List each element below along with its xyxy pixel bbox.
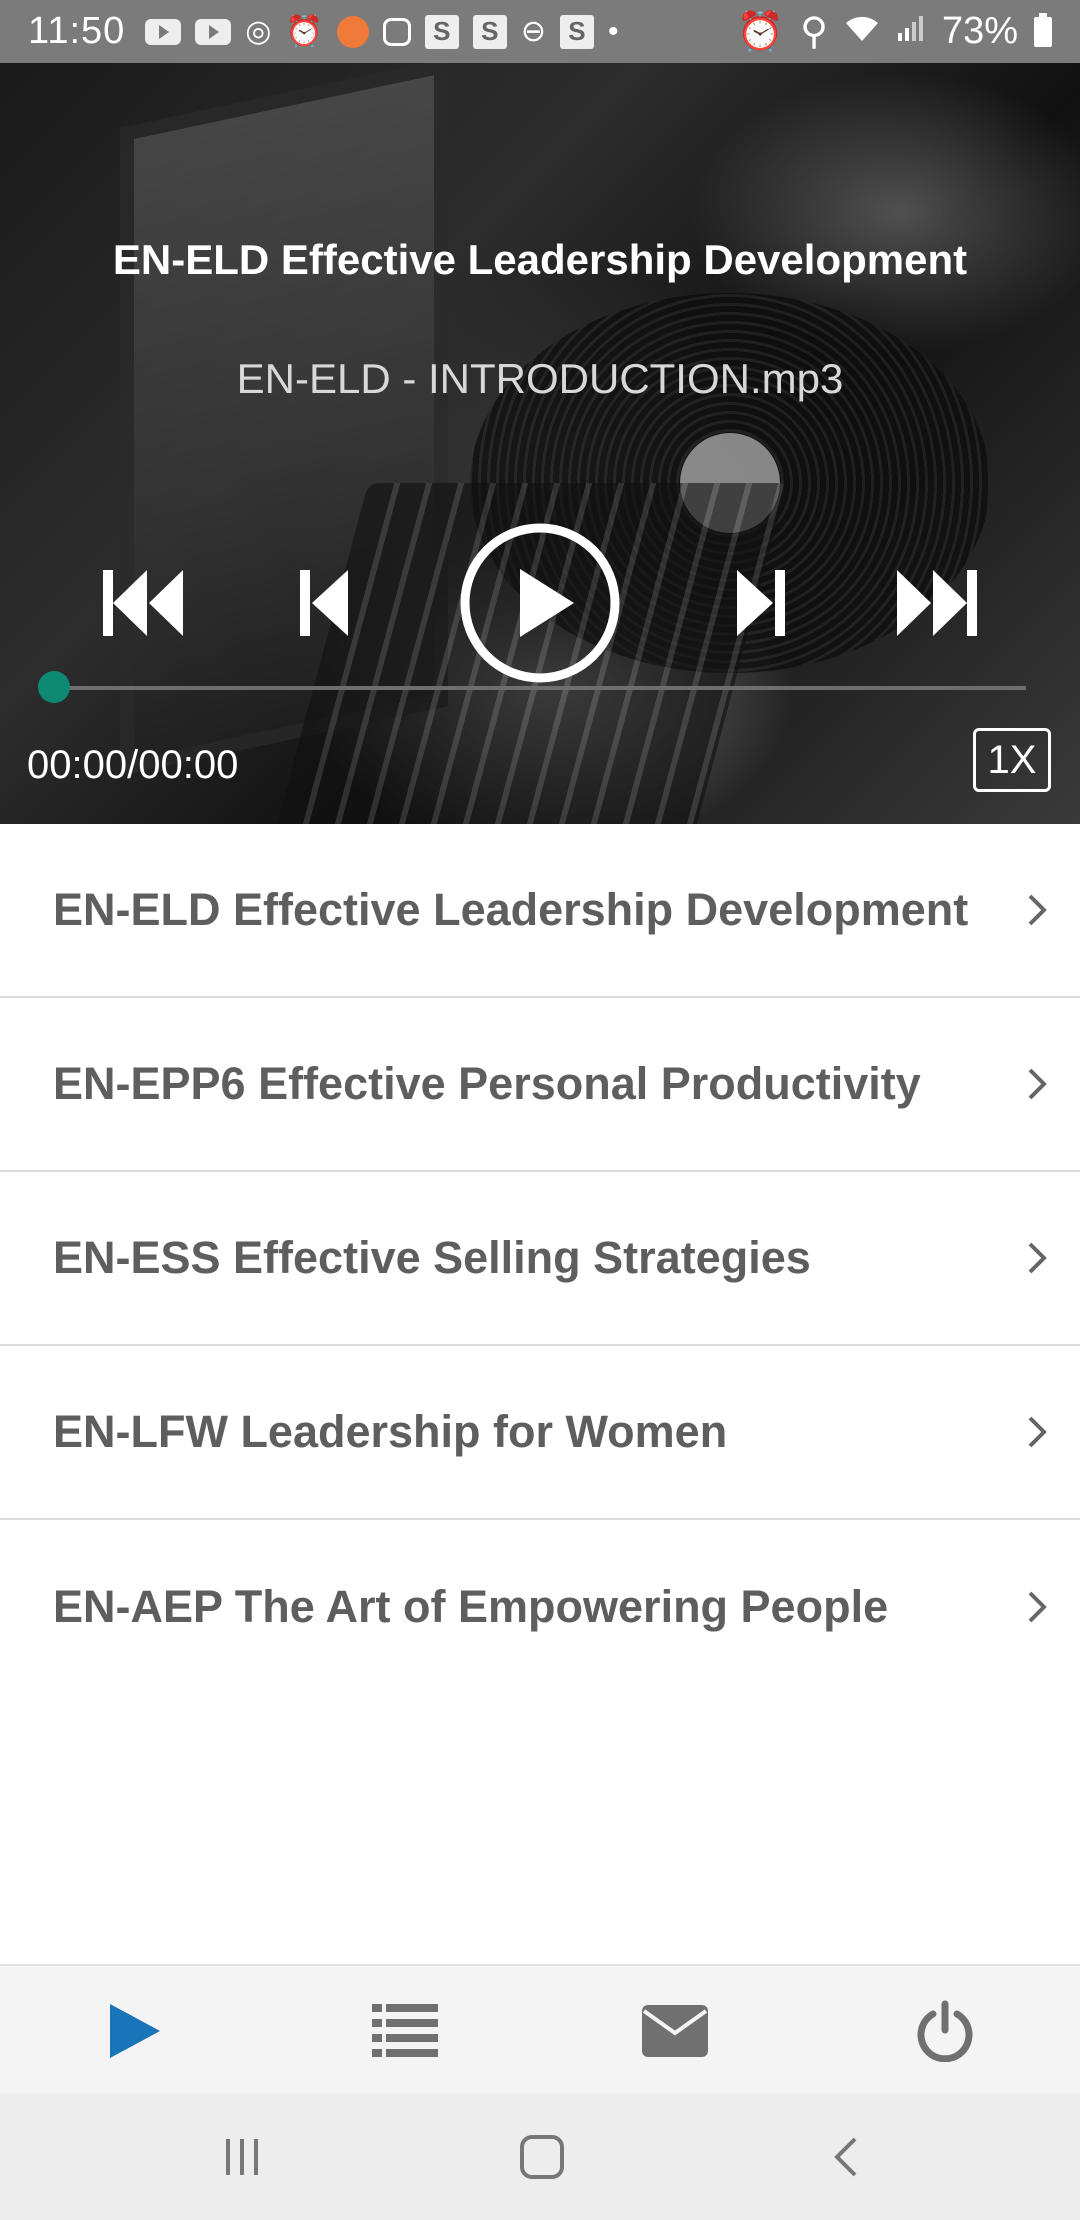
bottom-navigation [0,1964,1080,2094]
youtube-icon [145,18,182,45]
dnd-icon: ⊖ [520,15,546,48]
alarm-icon: ⏰ [285,15,323,48]
chevron-right-icon [1028,894,1047,926]
player-course-title: EN-ELD Effective Leadership Development [112,236,968,283]
wifi-icon [844,10,880,53]
play-icon [110,2004,160,2058]
s-app-icon: S [472,14,507,49]
s-app-icon: S [424,14,459,49]
list-item-label: EN-EPP6 Effective Personal Productivity [53,1058,921,1109]
notification-icons: ◎ ⏰ S S ⊖ S • [145,14,618,49]
course-list: EN-ELD Effective Leadership Development … [0,824,1080,1694]
signal-icon [896,10,926,53]
fingerprint-icon: ◎ [245,15,272,48]
chevron-right-icon [1028,1068,1047,1100]
system-icons: ⏰ ⚲ 73% [737,9,1052,54]
dot-icon: • [607,14,619,48]
list-item-label: EN-LFW Leadership for Women [53,1406,728,1457]
chevron-right-icon [1028,1416,1047,1448]
status-bar: 11:50 ◎ ⏰ S S ⊖ S • ⏰ ⚲ 73% [0,0,1080,63]
next-track-icon [737,570,785,636]
audio-player: EN-ELD Effective Leadership Development … [0,63,1080,824]
player-track-name: EN-ELD - INTRODUCTION.mp3 [236,355,844,402]
battery-percent: 73% [941,10,1018,52]
home-icon [520,2135,564,2179]
list-item[interactable]: EN-ESS Effective Selling Strategies [0,1172,1080,1346]
location-icon: ⚲ [800,11,828,53]
skip-to-start-button[interactable] [90,523,200,683]
home-button[interactable] [462,2094,622,2220]
progress-track[interactable] [54,686,1026,690]
list-item[interactable]: EN-AEP The Art of Empowering People [0,1520,1080,1694]
list-item[interactable]: EN-EPP6 Effective Personal Productivity [0,998,1080,1172]
progress-slider-handle[interactable] [38,671,70,703]
list-item-label: EN-AEP The Art of Empowering People [53,1581,889,1632]
youtube-icon [195,18,232,45]
player-controls [0,523,1080,683]
previous-track-button[interactable] [280,523,370,683]
system-navigation-bar [0,2094,1080,2220]
play-circle-icon [460,523,620,683]
recent-apps-button[interactable] [162,2094,322,2220]
nav-mail-tab[interactable] [540,1966,810,2096]
recent-apps-icon [226,2139,258,2175]
list-item[interactable]: EN-ELD Effective Leadership Development [0,824,1080,998]
battery-icon [1034,12,1052,47]
skip-to-start-icon [103,570,183,636]
app-icon [336,15,369,48]
mail-icon [642,2005,708,2057]
skip-to-end-icon [897,570,977,636]
power-icon [917,2000,973,2062]
playback-speed-button[interactable]: 1X [973,728,1051,792]
status-time: 11:50 [28,10,126,52]
list-item-label: EN-ELD Effective Leadership Development [53,884,969,935]
nav-player-tab[interactable] [0,1966,270,2096]
back-button[interactable] [766,2094,926,2220]
list-item-label: EN-ESS Effective Selling Strategies [53,1232,811,1283]
chevron-right-icon [1028,1242,1047,1274]
nav-power-tab[interactable] [810,1966,1080,2096]
alarm-icon: ⏰ [736,10,785,53]
previous-track-icon [300,570,348,636]
list-item[interactable]: EN-LFW Leadership for Women [0,1346,1080,1520]
instagram-icon [382,17,411,46]
list-icon [372,2004,438,2057]
back-icon [834,2137,857,2177]
chevron-right-icon [1028,1591,1047,1623]
skip-to-end-button[interactable] [880,523,990,683]
s-app-icon: S [559,14,594,49]
play-button[interactable] [458,523,622,683]
nav-list-tab[interactable] [270,1966,540,2096]
next-track-button[interactable] [715,523,805,683]
playback-time: 00:00/00:00 [27,743,239,787]
